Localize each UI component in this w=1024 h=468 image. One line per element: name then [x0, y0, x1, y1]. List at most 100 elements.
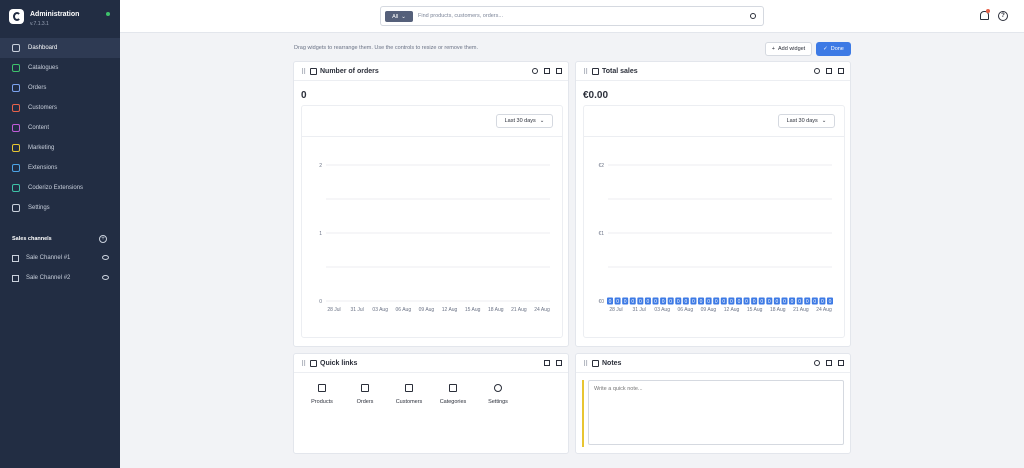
- plus-icon: +: [771, 46, 775, 52]
- x-tick-label: 06 Aug: [396, 307, 412, 313]
- sidebar-item-label: Marketing: [28, 145, 55, 151]
- search-filter-dropdown[interactable]: All ⌄: [385, 11, 413, 22]
- data-label: 0: [760, 299, 763, 305]
- sales-channel-item[interactable]: Sale Channel #1: [0, 248, 120, 268]
- delete-icon[interactable]: [556, 360, 562, 366]
- data-label: 0: [669, 299, 672, 305]
- expand-icon[interactable]: [826, 68, 832, 74]
- settings-icon: [494, 384, 502, 392]
- sidebar-item-orders[interactable]: Orders: [0, 78, 120, 98]
- quick-link-customers[interactable]: Customers: [391, 384, 427, 405]
- eye-icon[interactable]: [102, 255, 109, 260]
- quick-link-products[interactable]: Products: [304, 384, 340, 405]
- sidebar-item-dashboard[interactable]: Dashboard: [0, 38, 120, 58]
- data-label: 0: [821, 299, 824, 305]
- x-tick-label: 03 Aug: [372, 307, 388, 313]
- sidebar-item-settings[interactable]: Settings: [0, 198, 120, 218]
- done-button[interactable]: ✓ Done: [816, 42, 851, 56]
- categories-icon: [449, 384, 457, 392]
- orders-widget: ⠿ Number of orders 0 Last 30 days ⌄ 0 1 2 28…: [293, 61, 569, 347]
- quick-link-settings[interactable]: Settings: [480, 384, 516, 405]
- drag-handle-icon[interactable]: ⠿: [583, 360, 588, 368]
- x-tick-label: 12 Aug: [724, 307, 740, 313]
- settings-icon: [12, 204, 20, 212]
- data-label: 0: [768, 299, 771, 305]
- drag-handle-icon[interactable]: ⠿: [583, 68, 588, 76]
- y-tick-label: €0: [598, 299, 604, 305]
- eye-icon[interactable]: [102, 275, 109, 280]
- delete-icon[interactable]: [838, 68, 844, 74]
- expand-icon[interactable]: [826, 360, 832, 366]
- content-icon: [12, 124, 20, 132]
- x-tick-label: 15 Aug: [747, 307, 763, 313]
- sidebar-item-coderizo-extensions[interactable]: Coderizo Extensions: [0, 178, 120, 198]
- x-tick-label: 31 Jul: [350, 307, 363, 313]
- data-label: 0: [715, 299, 718, 305]
- catalogue-icon: [12, 64, 20, 72]
- x-tick-label: 24 Aug: [534, 307, 550, 313]
- quick-note-input[interactable]: [588, 380, 844, 445]
- quick-links-widget: ⠿ Quick links Products Orders Customers …: [293, 353, 569, 454]
- sales-widget: ⠿ Total sales €0.00 Last 30 days ⌄ €0 €1 €2…: [575, 61, 851, 347]
- widget-title: Notes: [602, 360, 622, 367]
- delete-icon[interactable]: [838, 360, 844, 366]
- sidebar-item-label: Coderizo Extensions: [28, 185, 84, 191]
- add-sales-channel-icon[interactable]: +: [99, 235, 107, 243]
- x-tick-label: 06 Aug: [678, 307, 694, 313]
- sidebar-item-customers[interactable]: Customers: [0, 98, 120, 118]
- storefront-icon: [12, 254, 19, 262]
- box-icon: [310, 68, 317, 75]
- x-tick-label: 21 Aug: [793, 307, 809, 313]
- settings-icon[interactable]: [814, 68, 820, 74]
- data-label: 0: [783, 299, 786, 305]
- help-icon[interactable]: ?: [998, 11, 1008, 21]
- sidebar-item-content[interactable]: Content: [0, 118, 120, 138]
- add-widget-button[interactable]: + Add widget: [765, 42, 812, 56]
- rearrange-hint: Drag widgets to rearrange them. Use the …: [294, 45, 479, 51]
- expand-icon[interactable]: [544, 68, 550, 74]
- note-accent-bar: [582, 380, 584, 447]
- data-label: 0: [730, 299, 733, 305]
- chevron-down-icon: ⌄: [539, 118, 545, 124]
- data-label: 0: [707, 299, 710, 305]
- y-tick-label: €1: [598, 231, 604, 237]
- settings-icon[interactable]: [532, 68, 538, 74]
- settings-icon[interactable]: [814, 360, 820, 366]
- storefront-icon: [12, 274, 19, 282]
- widget-title: Quick links: [320, 360, 358, 367]
- sidebar-item-extensions[interactable]: Extensions: [0, 158, 120, 178]
- data-label: 0: [791, 299, 794, 305]
- sales-channel-item[interactable]: Sale Channel #2: [0, 268, 120, 288]
- extensions-icon: [12, 164, 20, 172]
- data-label: 0: [624, 299, 627, 305]
- delete-icon[interactable]: [556, 68, 562, 74]
- quick-link-orders[interactable]: Orders: [347, 384, 383, 405]
- data-label: 0: [738, 299, 741, 305]
- drag-handle-icon[interactable]: ⠿: [301, 360, 306, 368]
- sidebar-item-label: Settings: [28, 205, 50, 211]
- sidebar-item-catalogues[interactable]: Catalogues: [0, 58, 120, 78]
- sales-channels-heading: Sales channels: [12, 236, 52, 242]
- widget-title: Total sales: [602, 68, 638, 75]
- sidebar-item-marketing[interactable]: Marketing: [0, 138, 120, 158]
- range-dropdown[interactable]: Last 30 days ⌄: [496, 114, 553, 128]
- quick-link-categories[interactable]: Categories: [435, 384, 471, 405]
- data-label: 0: [745, 299, 748, 305]
- expand-icon[interactable]: [544, 360, 550, 366]
- widget-title: Number of orders: [320, 68, 379, 75]
- data-label: 0: [753, 299, 756, 305]
- search-bar[interactable]: All ⌄ Find products, customers, orders...: [380, 6, 764, 26]
- x-tick-label: 28 Jul: [609, 307, 622, 313]
- extensions-icon: [12, 184, 20, 192]
- data-label: 0: [813, 299, 816, 305]
- app-title: Administration: [30, 11, 80, 18]
- search-icon[interactable]: [750, 13, 756, 19]
- search-input[interactable]: Find products, customers, orders...: [418, 13, 503, 19]
- range-dropdown[interactable]: Last 30 days ⌄: [778, 114, 835, 128]
- data-label: 0: [692, 299, 695, 305]
- logo-icon: [9, 9, 24, 24]
- sidebar-item-label: Orders: [28, 85, 47, 91]
- drag-handle-icon[interactable]: ⠿: [301, 68, 306, 76]
- sidebar-item-label: Content: [28, 125, 50, 131]
- chevron-down-icon: ⌄: [821, 118, 827, 124]
